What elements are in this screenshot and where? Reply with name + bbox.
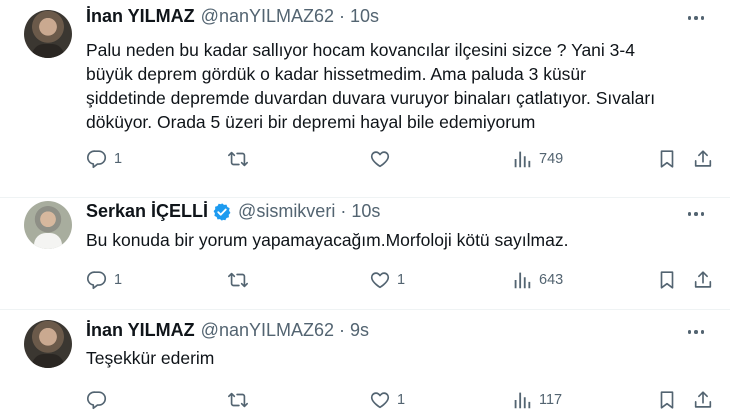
tweet-text: Palu neden bu kadar sallıyor hocam kovan… xyxy=(86,38,690,134)
action-bar: 1 749 xyxy=(86,148,726,172)
views-icon xyxy=(514,151,531,168)
bookmark-icon xyxy=(660,271,674,289)
bookmark-button[interactable] xyxy=(656,148,678,170)
tweet-text: Teşekkür ederim xyxy=(86,346,690,370)
reply-count: 1 xyxy=(114,272,123,288)
share-button[interactable] xyxy=(692,269,714,291)
display-name[interactable]: İnan YILMAZ xyxy=(86,6,195,27)
like-button[interactable]: 1 xyxy=(369,389,405,411)
display-name[interactable]: İnan YILMAZ xyxy=(86,320,195,341)
share-icon xyxy=(694,150,712,167)
share-icon xyxy=(694,391,712,408)
share-button[interactable] xyxy=(692,148,714,170)
tweet-text-line: şiddetinde depremde duvardan duvara vuru… xyxy=(86,88,656,108)
like-count: 1 xyxy=(397,392,406,408)
views-count: 643 xyxy=(539,272,564,288)
separator-dot: · xyxy=(339,6,346,26)
reply-icon xyxy=(87,271,107,290)
reply-button[interactable]: 1 xyxy=(86,269,122,291)
tweet-header: İnan YILMAZ @nanYILMAZ62 · 10s xyxy=(86,6,670,27)
tweet-header: Serkan İÇELLİ @sismikveri · 10s xyxy=(86,201,670,222)
reply-thread: İnan YILMAZ @nanYILMAZ62 · 10s Palu nede… xyxy=(0,0,730,420)
retweet-button[interactable] xyxy=(227,389,255,411)
views-count: 117 xyxy=(539,392,563,408)
tweet[interactable]: İnan YILMAZ @nanYILMAZ62 · 9s Teşekkür e… xyxy=(0,310,730,420)
more-icon[interactable] xyxy=(684,202,708,226)
avatar[interactable] xyxy=(24,320,72,368)
tweet-text-line: Bu konuda bir yorum yapamayacağım.Morfol… xyxy=(86,230,569,250)
bookmark-icon xyxy=(660,391,674,409)
user-handle[interactable]: @nanYILMAZ62 xyxy=(201,6,334,27)
bookmark-button[interactable] xyxy=(656,389,678,411)
reply-button[interactable] xyxy=(86,389,114,411)
like-button[interactable] xyxy=(369,148,397,170)
separator-dot: · xyxy=(340,201,347,221)
tweet-text-line: Teşekkür ederim xyxy=(86,348,215,368)
share-button[interactable] xyxy=(692,389,714,411)
reply-count: 1 xyxy=(114,151,123,167)
reply-button[interactable]: 1 xyxy=(86,148,122,170)
retweet-icon xyxy=(228,151,248,167)
heart-icon xyxy=(370,151,390,168)
share-icon xyxy=(694,271,712,288)
display-name[interactable]: Serkan İÇELLİ xyxy=(86,201,208,222)
views-icon xyxy=(514,272,531,289)
retweet-icon xyxy=(228,392,248,408)
tweet-text: Bu konuda bir yorum yapamayacağım.Morfol… xyxy=(86,228,690,252)
like-count: 1 xyxy=(397,272,406,288)
user-handle[interactable]: @nanYILMAZ62 xyxy=(201,320,334,341)
tweet-text-line: büyük deprem gördük o kadar hissetmedim.… xyxy=(86,64,586,84)
timestamp[interactable]: 10s xyxy=(350,6,379,27)
more-icon[interactable] xyxy=(684,6,708,30)
views-icon xyxy=(514,392,531,409)
action-bar: 1 117 xyxy=(86,389,726,413)
tweet-text-line: döküyor. Orada 5 üzeri bir depremi hayal… xyxy=(86,112,536,132)
tweet-text-line: Palu neden bu kadar sallıyor hocam kovan… xyxy=(86,40,635,60)
views-count: 749 xyxy=(539,151,564,167)
reply-icon xyxy=(87,150,107,169)
like-button[interactable]: 1 xyxy=(369,269,405,291)
heart-icon xyxy=(370,272,390,289)
avatar[interactable] xyxy=(24,10,72,58)
views-button[interactable]: 643 xyxy=(511,269,563,291)
tweet[interactable]: Serkan İÇELLİ @sismikveri · 10s Bu konud… xyxy=(0,198,730,310)
views-button[interactable]: 117 xyxy=(511,389,562,411)
bookmark-icon xyxy=(660,150,674,168)
user-handle[interactable]: @sismikveri xyxy=(238,201,335,222)
views-button[interactable]: 749 xyxy=(511,148,563,170)
reply-icon xyxy=(87,391,107,410)
tweet[interactable]: İnan YILMAZ @nanYILMAZ62 · 10s Palu nede… xyxy=(0,0,730,198)
verified-badge-icon[interactable] xyxy=(212,202,232,222)
separator-dot: · xyxy=(339,320,346,340)
heart-icon xyxy=(370,392,390,409)
avatar[interactable] xyxy=(24,201,72,249)
more-icon[interactable] xyxy=(684,320,708,344)
retweet-button[interactable] xyxy=(227,148,255,170)
retweet-button[interactable] xyxy=(227,269,255,291)
tweet-header: İnan YILMAZ @nanYILMAZ62 · 9s xyxy=(86,320,670,341)
retweet-icon xyxy=(228,272,248,288)
timestamp[interactable]: 10s xyxy=(351,201,380,222)
bookmark-button[interactable] xyxy=(656,269,678,291)
action-bar: 1 1 643 xyxy=(86,269,726,293)
timestamp[interactable]: 9s xyxy=(350,320,369,341)
